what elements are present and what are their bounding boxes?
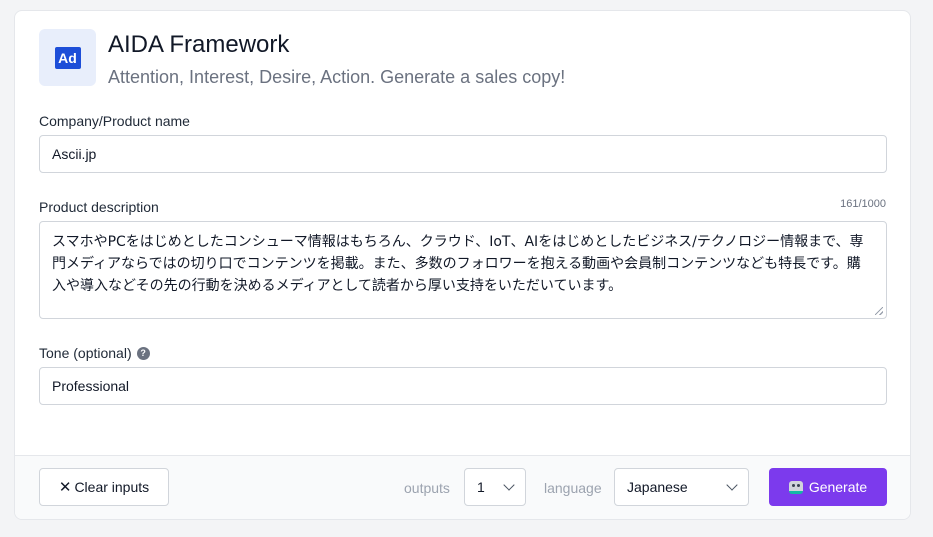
- outputs-value: 1: [477, 479, 485, 495]
- tone-input[interactable]: [39, 367, 887, 405]
- ad-logo-icon: Ad: [54, 46, 81, 69]
- form-header: Ad AIDA Framework Attention, Interest, D…: [39, 29, 565, 88]
- aida-form-card: Ad AIDA Framework Attention, Interest, D…: [14, 10, 911, 520]
- description-text: スマホやPCをはじめとしたコンシューマ情報はもちろん、クラウド、IoT、AIをは…: [52, 234, 864, 294]
- generate-label: Generate: [808, 479, 868, 495]
- resize-handle-icon[interactable]: [875, 307, 883, 315]
- chevron-down-icon: [726, 479, 738, 491]
- clear-inputs-button[interactable]: ✕ Clear inputs: [39, 468, 169, 506]
- language-label: language: [544, 480, 602, 496]
- app-logo-box: Ad: [39, 29, 96, 86]
- generate-button[interactable]: Generate: [769, 468, 887, 506]
- description-char-counter: 161/1000: [840, 198, 886, 210]
- page-title: AIDA Framework: [108, 31, 290, 58]
- company-label: Company/Product name: [39, 113, 190, 129]
- description-textarea[interactable]: スマホやPCをはじめとしたコンシューマ情報はもちろん、クラウド、IoT、AIをは…: [39, 221, 887, 319]
- tone-label: Tone (optional): [39, 345, 132, 361]
- outputs-label: outputs: [404, 480, 450, 496]
- description-label: Product description: [39, 199, 159, 215]
- clear-inputs-label: Clear inputs: [74, 479, 150, 495]
- robot-icon: [788, 480, 803, 494]
- close-icon: ✕: [58, 479, 72, 496]
- company-input[interactable]: [39, 135, 887, 173]
- outputs-select[interactable]: 1: [464, 468, 526, 506]
- help-icon[interactable]: ?: [136, 346, 150, 360]
- page-subtitle: Attention, Interest, Desire, Action. Gen…: [108, 67, 566, 87]
- language-value: Japanese: [627, 479, 688, 495]
- chevron-down-icon: [503, 479, 515, 491]
- tone-label-row: Tone (optional) ?: [39, 345, 150, 361]
- language-select[interactable]: Japanese: [614, 468, 749, 506]
- form-footer: ✕ Clear inputs outputs 1 language Japane…: [15, 455, 910, 519]
